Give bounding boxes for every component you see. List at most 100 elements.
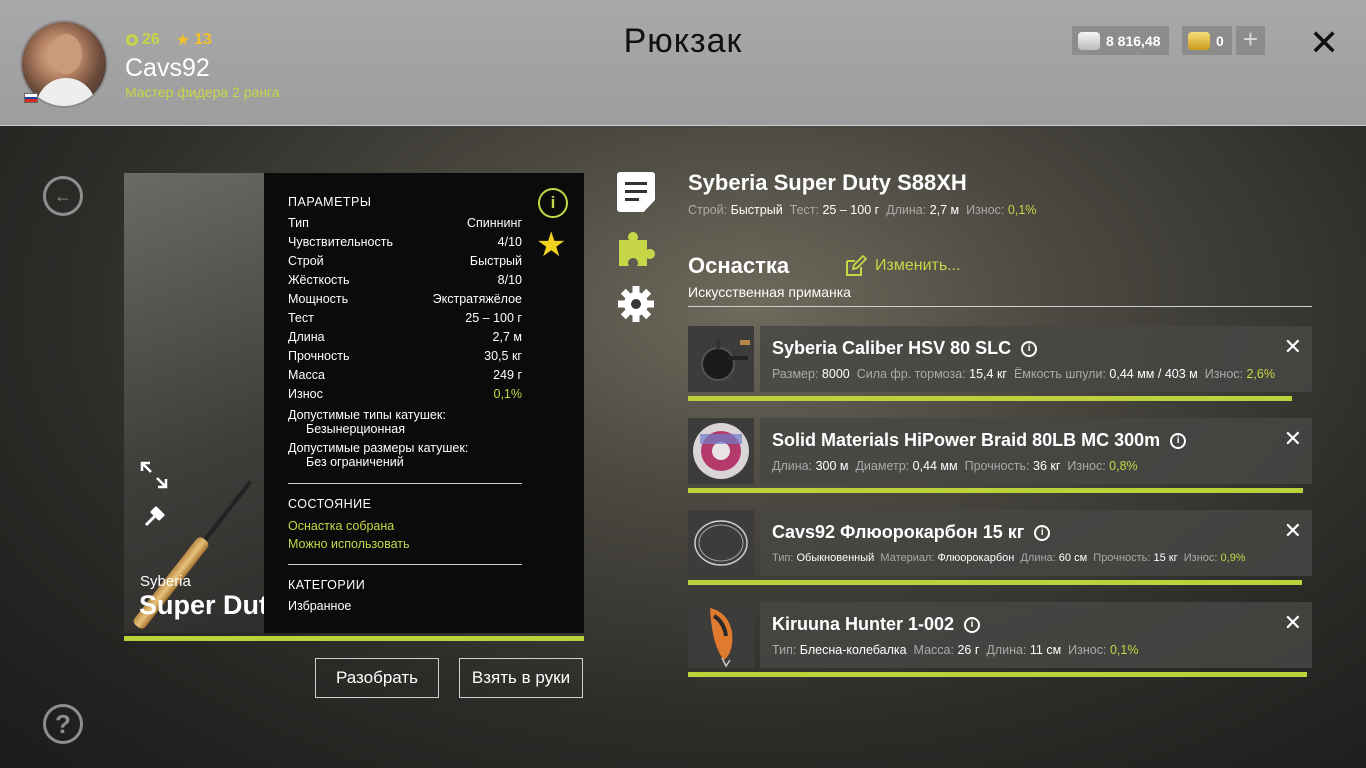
meta-value: 0,44 мм [912,459,958,473]
rig-item-name: Cavs92 Флюорокарбон 15 кг [772,522,1025,542]
reel-sizes-note: Допустимые размеры катушек: Без ограниче… [288,441,522,469]
rig-item-reel[interactable]: Syberia Caliber HSV 80 SLC i Размер: 8000 … [688,326,1312,402]
meta-label: Износ: [1183,552,1218,564]
back-button[interactable]: ← [43,176,83,216]
param-row: Чувствительность 4/10 [288,235,522,254]
param-row: Жёсткость 8/10 [288,273,522,292]
param-label: Чувствительность [288,235,393,249]
meta-value: 8000 [821,367,850,381]
info-icon[interactable]: i [1170,432,1187,449]
rig-item-name-row: Solid Materials HiPower Braid 80LB MC 30… [772,430,1187,451]
player-rank: Мастер фидера 2 ранга [125,84,280,100]
rig-item-name: Solid Materials HiPower Braid 80LB MC 30… [772,430,1161,450]
meta-value: Флюорокарбон [937,552,1015,564]
param-label: Строй [288,254,324,268]
help-button[interactable]: ? [43,704,83,744]
rig-item-meta: Размер: 8000 Сила фр. тормоза: 15,4 кг Ё… [772,367,1278,381]
param-row: Длина 2,7 м [288,330,522,349]
russia-flag-icon [24,93,38,103]
category-value: Избранное [288,599,352,613]
meta-value: 15 кг [1153,552,1178,564]
param-value: Спиннинг [466,216,522,230]
param-label: Жёсткость [288,273,350,287]
rig-item-leader[interactable]: Cavs92 Флюорокарбон 15 кг i Тип: Обыкновен… [688,510,1312,586]
rig-item-name-row: Kiruuna Hunter 1-002 i [772,614,981,635]
remove-item-button[interactable]: ✕ [1284,334,1302,360]
rig-item-line[interactable]: Solid Materials HiPower Braid 80LB MC 30… [688,418,1312,494]
meta-label: Тип: [772,643,797,657]
meta-value: Блесна-колебалка [799,643,907,657]
favorite-star-icon[interactable]: ★ [536,225,566,265]
assemble-tool-icon[interactable] [142,503,168,529]
reel-types-label: Допустимые типы катушек: [288,408,446,422]
rig-item-name-row: Cavs92 Флюорокарбон 15 кг i [772,522,1051,543]
rig-item-body: Cavs92 Флюорокарбон 15 кг i Тип: Обыкновен… [760,510,1312,576]
document-icon[interactable] [617,172,655,212]
rig-item-meta: Длина: 300 м Диаметр: 0,44 мм Прочность:… [772,459,1141,473]
rod-card: Syberia Super Duty S88XH ПАРАМЕТРЫ Тип Сп… [124,173,584,633]
wear-bar [688,488,1303,493]
meta-label: Диаметр: [855,459,910,473]
expand-icon[interactable] [140,461,168,489]
meta-label: Ёмкость шпули: [1013,367,1106,381]
meta-label: Износ: [1068,643,1107,657]
info-icon[interactable]: i [964,616,981,633]
meta-label: Тест: [789,203,819,217]
meta-value: Быстрый [730,203,783,217]
param-label: Масса [288,368,325,382]
param-label: Износ [288,387,323,401]
param-value: Быстрый [469,254,522,268]
meta-value: 11 см [1029,643,1062,657]
info-icon[interactable]: i [1021,340,1038,357]
disassemble-button[interactable]: Разобрать [315,658,439,698]
param-label: Мощность [288,292,349,306]
params-list: Тип Спиннинг Чувствительность 4/10 Строй Быст… [288,216,522,406]
gear-icon[interactable] [617,284,655,324]
meta-label: Износ: [1204,367,1243,381]
meta-value: 26 г [957,643,980,657]
meta-value: Обыкновенный [796,552,875,564]
info-icon[interactable]: i [1034,524,1051,541]
remove-item-button[interactable]: ✕ [1284,518,1302,544]
param-row: Строй Быстрый [288,254,522,273]
params-title: ПАРАМЕТРЫ [288,195,372,209]
reel-types-value: Безынерционная [306,422,406,436]
rod-photo: Syberia Super Duty S88XH [124,173,376,633]
rig-item-lure[interactable]: Kiruuna Hunter 1-002 i Тип: Блесна-колебал… [688,602,1312,678]
meta-value: 25 – 100 г [822,203,880,217]
meta-label: Длина: [886,203,927,217]
take-in-hands-button[interactable]: Взять в руки [459,658,583,698]
state-usable: Можно использовать [288,537,410,551]
add-currency-button[interactable]: + [1236,26,1265,55]
close-button[interactable]: ✕ [1309,22,1339,64]
meta-value: 15,4 кг [969,367,1007,381]
remove-item-button[interactable]: ✕ [1284,610,1302,636]
rig-title: Оснастка [688,253,790,278]
meta-label: Износ: [1067,459,1106,473]
param-value: Экстратяжёлое [432,292,522,306]
reel-thumbnail [688,326,754,392]
param-row: Масса 249 г [288,368,522,387]
info-icon[interactable]: i [538,188,568,218]
wear-bar [688,396,1292,401]
meta-value: 2,6% [1246,367,1275,381]
rig-subtitle: Искусственная приманка [688,284,851,300]
wear-bar [688,672,1308,677]
gold-coins-icon [1188,31,1210,50]
param-value: 4/10 [497,235,522,249]
state-assembled: Оснастка собрана [288,519,395,533]
edit-rig-label: Изменить... [875,257,961,274]
meta-value: 0,44 мм / 403 м [1109,367,1198,381]
param-row: Износ 0,1% [288,387,522,406]
profile-header: 26 ★ 13 Cavs92 Мастер фидера 2 ранга Рюк… [0,0,1366,126]
puzzle-icon[interactable] [617,228,655,268]
edit-rig-link[interactable]: Изменить... [845,255,961,277]
param-value: 249 г [493,368,522,382]
silver-coins-icon [1078,31,1100,50]
wear-bar [688,580,1303,585]
meta-value: 0,8% [1109,459,1138,473]
remove-item-button[interactable]: ✕ [1284,426,1302,452]
rig-item-name-row: Syberia Caliber HSV 80 SLC i [772,338,1038,359]
lure-thumbnail [688,602,754,668]
rig-item-meta: Тип: Обыкновенный Материал: Флюорокарбон… [772,552,1249,564]
